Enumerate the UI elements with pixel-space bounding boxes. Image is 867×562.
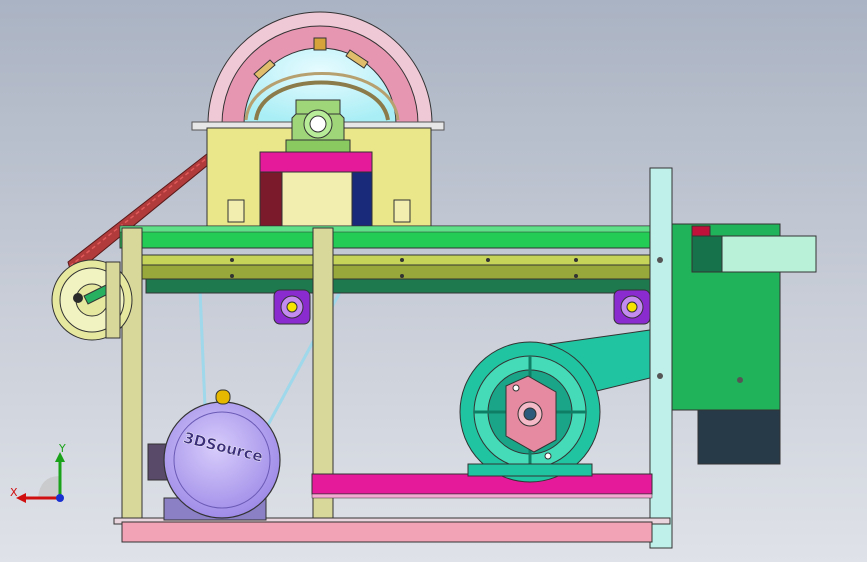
cad-viewport[interactable]: 3DSource Y X	[0, 0, 867, 562]
driven-pulley	[51, 259, 133, 341]
blower-fan	[459, 329, 651, 483]
top-pillow-block-bearing	[285, 99, 351, 153]
right-flange-bearing	[613, 289, 651, 325]
electric-motor: 3DSource	[147, 389, 281, 521]
orientation-triad: Y X	[10, 442, 66, 503]
y-axis-label: Y	[58, 442, 66, 455]
x-axis-label: X	[10, 486, 18, 499]
z-axis-dot	[56, 494, 64, 502]
left-flange-bearing	[273, 289, 311, 325]
machine-assembly-view[interactable]: 3DSource	[0, 0, 867, 562]
outlet-chute	[671, 223, 817, 465]
